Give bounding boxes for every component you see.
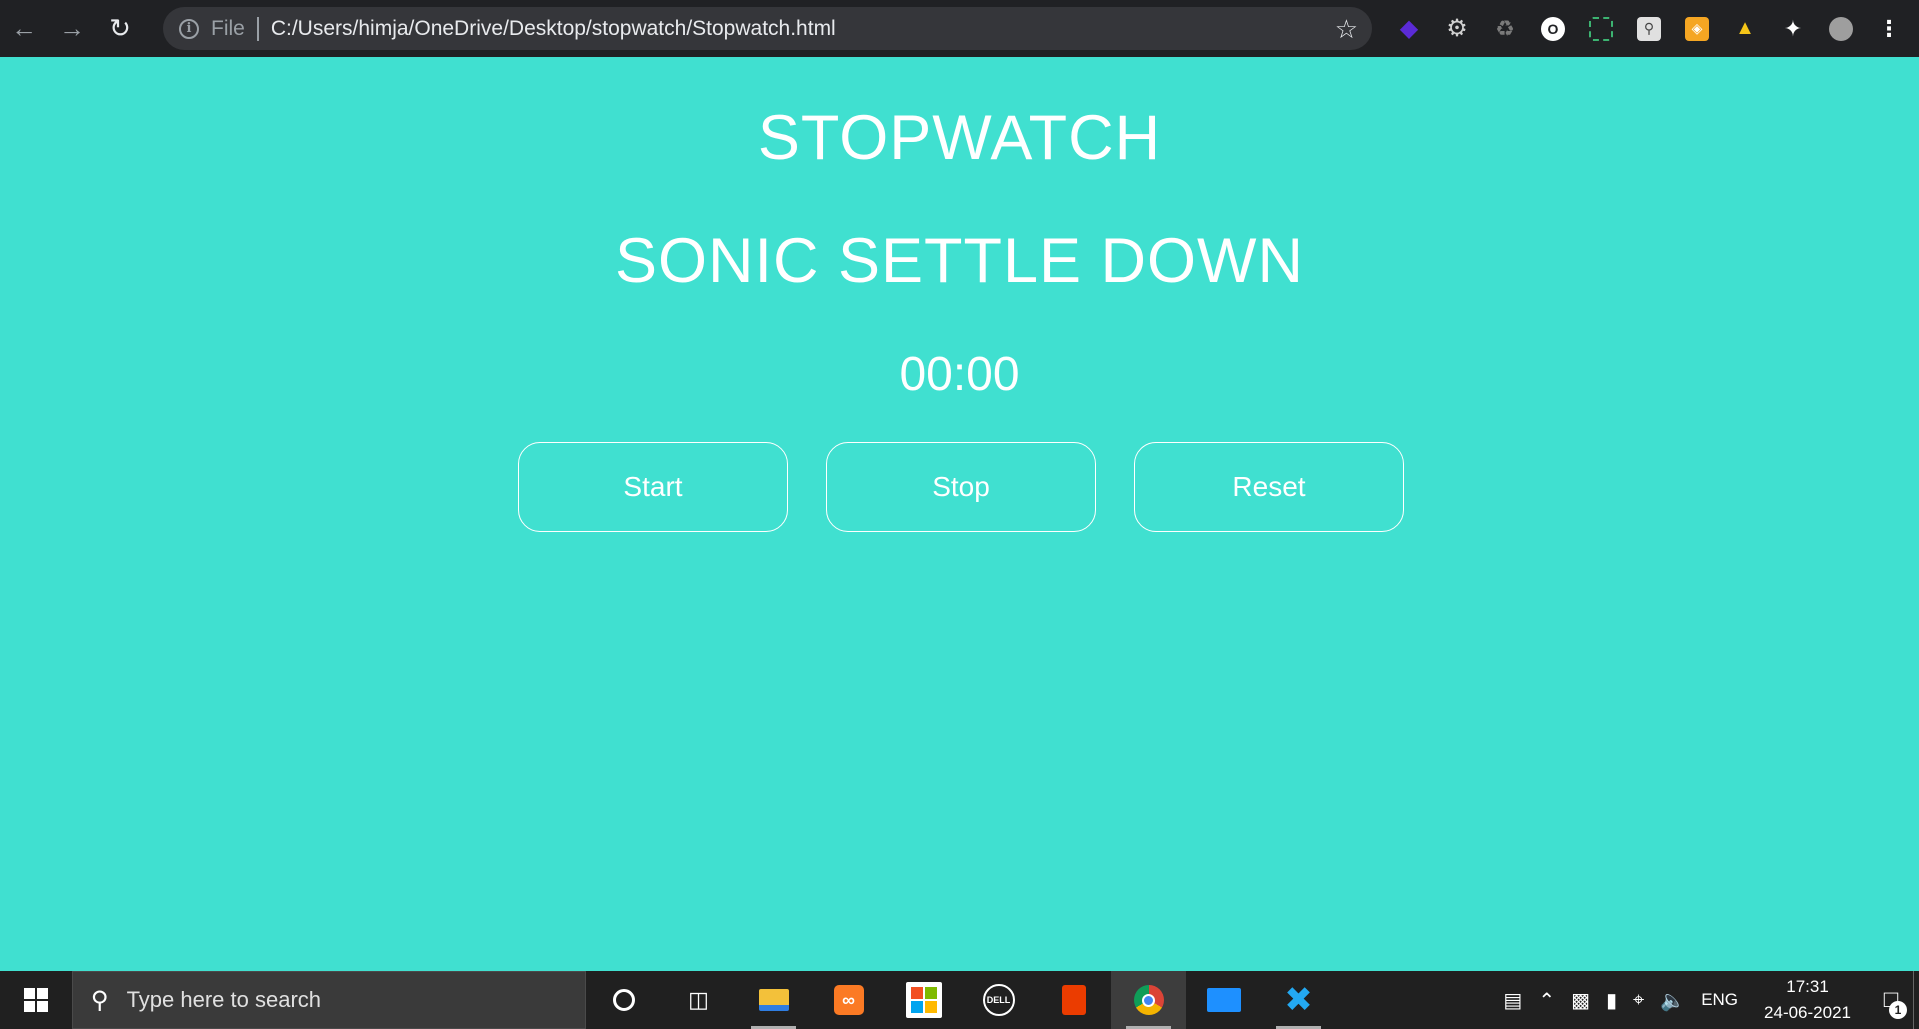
notification-count-badge: 1 — [1889, 1001, 1907, 1019]
taskbar: ⚲ Type here to search ◫ ∞ DELL ✖ ▤ ⌃ ▩ ▮… — [0, 971, 1919, 1029]
xampp-icon: ∞ — [833, 985, 864, 1015]
news-icon[interactable]: ▤ — [1495, 988, 1530, 1013]
gear-extension-icon: ⚙ — [1446, 15, 1468, 42]
extensions-bar: ◆ ⚙ ♻ O ⚲ ◈ ▲ ✦ ⋮ — [1385, 0, 1913, 57]
xampp-button[interactable]: ∞ — [811, 971, 886, 1029]
mail-icon — [1206, 988, 1241, 1012]
language-indicator[interactable]: ENG — [1693, 990, 1746, 1010]
file-explorer-button[interactable] — [736, 971, 811, 1029]
extension-recycle[interactable]: ♻ — [1481, 0, 1529, 57]
start-button[interactable]: Start — [518, 442, 788, 532]
chrome-icon — [1133, 985, 1164, 1015]
page-title: STOPWATCH — [757, 103, 1162, 173]
extension-gear[interactable]: ⚙ — [1433, 0, 1481, 57]
battery-icon[interactable]: ▮ — [1598, 988, 1625, 1013]
info-icon[interactable]: i — [179, 18, 199, 39]
windows-logo-icon — [24, 988, 48, 1012]
system-tray: ▤ ⌃ ▩ ▮ ⌖ 🔈 ENG 17:31 24-06-2021 □ 1 — [1495, 971, 1919, 1029]
extension-screenshot[interactable] — [1577, 0, 1625, 57]
microsoft-store-icon — [905, 982, 942, 1018]
volume-icon[interactable]: 🔈 — [1652, 988, 1693, 1013]
task-view-button[interactable]: ◫ — [661, 971, 736, 1029]
divider — [256, 16, 259, 41]
puzzle-extensions-icon: ✦ — [1783, 15, 1803, 41]
chrome-menu-button[interactable]: ⋮ — [1865, 0, 1913, 57]
wifi-icon[interactable]: ⌖ — [1625, 989, 1652, 1012]
cortana-icon — [612, 989, 635, 1011]
recycle-extension-icon: ♻ — [1495, 15, 1515, 41]
reset-button[interactable]: Reset — [1134, 442, 1404, 532]
extension-image-search[interactable]: ⚲ — [1625, 0, 1673, 57]
extension-orange-shield[interactable]: ◈ — [1673, 0, 1721, 57]
purple-gem-extension-icon: ◆ — [1399, 15, 1419, 42]
bookmark-star-icon[interactable]: ☆ — [1335, 14, 1358, 45]
reload-icon: ↻ — [109, 13, 131, 43]
profile-avatar-icon — [1829, 16, 1853, 41]
vscode-icon: ✖ — [1284, 981, 1313, 1019]
arrow-right-icon: → — [59, 13, 85, 43]
show-desktop-button[interactable] — [1913, 971, 1919, 1029]
stopwatch-display: 00:00 — [899, 348, 1020, 401]
url-text[interactable]: C:/Users/himja/OneDrive/Desktop/stopwatc… — [271, 17, 836, 41]
page-content: STOPWATCH SONIC SETTLE DOWN 00:00 Start … — [0, 57, 1919, 971]
page-subtitle: SONIC SETTLE DOWN — [614, 226, 1305, 296]
office-icon — [1061, 985, 1086, 1015]
task-view-icon: ◫ — [688, 987, 709, 1012]
vscode-button[interactable]: ✖ — [1261, 971, 1336, 1029]
clock-date: 24-06-2021 — [1764, 1003, 1851, 1022]
circle-o-extension-icon: O — [1541, 16, 1565, 41]
search-placeholder: Type here to search — [126, 987, 322, 1012]
start-button[interactable] — [0, 971, 72, 1029]
extension-purple-gem[interactable]: ◆ — [1385, 0, 1433, 57]
screenshot-extension-icon — [1589, 16, 1613, 41]
reload-button[interactable]: ↻ — [96, 0, 144, 57]
file-explorer-icon — [758, 989, 789, 1011]
image-search-extension-icon: ⚲ — [1637, 16, 1661, 41]
file-scheme-label: File — [211, 16, 245, 40]
controls: Start Stop Reset — [518, 442, 1404, 532]
thumbs-up-extension-icon: ▲ — [1735, 17, 1755, 39]
action-center-button[interactable]: □ 1 — [1869, 971, 1913, 1029]
forward-button[interactable]: → — [48, 0, 96, 57]
stop-button[interactable]: Stop — [826, 442, 1096, 532]
browser-toolbar: ← → ↻ i File C:/Users/himja/OneDrive/Des… — [0, 0, 1919, 57]
dell-icon: DELL — [982, 984, 1015, 1016]
arrow-left-icon: ← — [11, 13, 37, 43]
clock[interactable]: 17:31 24-06-2021 — [1746, 974, 1869, 1026]
address-bar[interactable]: i File C:/Users/himja/OneDrive/Desktop/s… — [163, 7, 1372, 50]
profile-button[interactable] — [1817, 0, 1865, 57]
search-icon: ⚲ — [91, 986, 109, 1014]
microsoft-store-button[interactable] — [886, 971, 961, 1029]
orange-shield-extension-icon: ◈ — [1685, 16, 1709, 41]
extension-circle-o[interactable]: O — [1529, 0, 1577, 57]
cortana-button[interactable] — [586, 971, 661, 1029]
meet-now-icon[interactable]: ▩ — [1563, 988, 1598, 1013]
taskbar-search[interactable]: ⚲ Type here to search — [72, 971, 586, 1029]
back-button[interactable]: ← — [0, 0, 48, 57]
extensions-menu-button[interactable]: ✦ — [1769, 0, 1817, 57]
dell-button[interactable]: DELL — [961, 971, 1036, 1029]
extension-thumbs-up[interactable]: ▲ — [1721, 0, 1769, 57]
chevron-up-icon[interactable]: ⌃ — [1530, 988, 1563, 1013]
chrome-button[interactable] — [1111, 971, 1186, 1029]
kebab-menu-icon: ⋮ — [1878, 15, 1900, 41]
office-button[interactable] — [1036, 971, 1111, 1029]
clock-time: 17:31 — [1786, 977, 1829, 996]
mail-button[interactable] — [1186, 971, 1261, 1029]
